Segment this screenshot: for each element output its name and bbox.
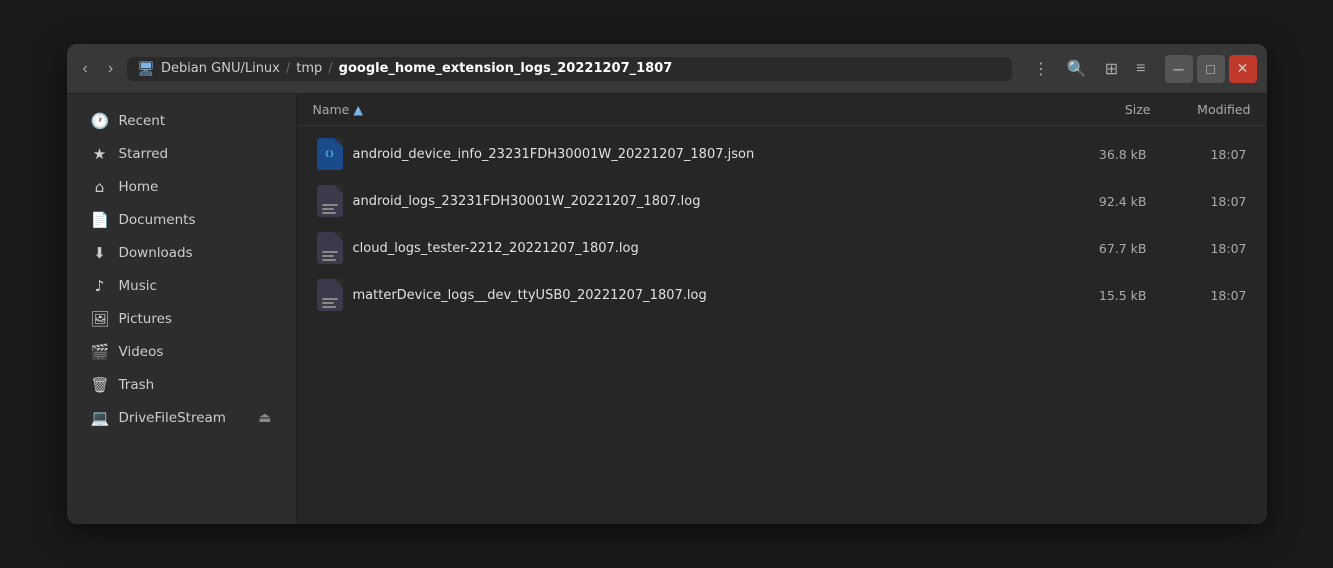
file-name: matterDevice_logs__dev_ttyUSB0_20221207_… — [353, 288, 707, 303]
breadcrumb: 🖥 Debian GNU/Linux / tmp / google_home_e… — [127, 57, 1012, 81]
sidebar-label-recent: Recent — [119, 113, 272, 129]
menu-button[interactable]: ⋮ — [1026, 55, 1056, 83]
recent-icon: 🕐 — [91, 112, 109, 130]
sidebar-item-recent[interactable]: 🕐 Recent — [73, 105, 290, 137]
sidebar-label-trash: Trash — [119, 377, 272, 393]
column-size[interactable]: Size — [1051, 102, 1151, 117]
breadcrumb-tmp[interactable]: tmp — [296, 61, 322, 76]
file-modified: 18:07 — [1147, 241, 1247, 256]
titlebar-actions: ⋮ 🔍 ⊞ ≡ — [1026, 55, 1153, 83]
log-line-3 — [322, 212, 336, 214]
file-modified: 18:07 — [1147, 147, 1247, 162]
file-size: 92.4 kB — [1047, 194, 1147, 209]
sort-arrow-icon: ▲ — [353, 102, 363, 117]
breadcrumb-sep1: / — [286, 61, 290, 76]
log-line-3 — [322, 259, 336, 261]
log-line-2 — [322, 255, 335, 257]
close-button[interactable]: ✕ — [1229, 55, 1257, 83]
back-button[interactable]: ‹ — [77, 56, 94, 82]
file-name: cloud_logs_tester-2212_20221207_1807.log — [353, 241, 639, 256]
log-line-1 — [322, 204, 338, 206]
content-area: 🕐 Recent ★ Starred ⌂ Home 📄 Documents ⬇ … — [67, 94, 1267, 524]
log-line-2 — [322, 302, 335, 304]
file-name-cell: {} android_device_info_23231FDH30001W_20… — [317, 138, 1047, 170]
log-line-3 — [322, 306, 336, 308]
eject-icon[interactable]: ⏏ — [258, 410, 271, 426]
trash-icon: 🗑 — [91, 376, 109, 394]
sidebar-item-videos[interactable]: 🎬 Videos — [73, 336, 290, 368]
downloads-icon: ⬇ — [91, 244, 109, 262]
file-modified: 18:07 — [1147, 194, 1247, 209]
column-name-label: Name — [313, 102, 350, 117]
maximize-button[interactable]: □ — [1197, 55, 1225, 83]
log-file-icon — [317, 279, 343, 311]
table-row[interactable]: matterDevice_logs__dev_ttyUSB0_20221207_… — [301, 272, 1263, 318]
drive-icon: 💻 — [91, 409, 109, 427]
sidebar-item-pictures[interactable]: 🖼 Pictures — [73, 303, 290, 335]
file-size: 36.8 kB — [1047, 147, 1147, 162]
home-icon: ⌂ — [91, 178, 109, 196]
sidebar-label-videos: Videos — [119, 344, 272, 360]
view-grid-button[interactable]: ⊞ — [1098, 55, 1125, 83]
column-name[interactable]: Name ▲ — [313, 102, 1051, 117]
file-manager-window: ‹ › 🖥 Debian GNU/Linux / tmp / google_ho… — [67, 44, 1267, 524]
log-line-1 — [322, 298, 338, 300]
file-name: android_device_info_23231FDH30001W_20221… — [353, 147, 755, 162]
breadcrumb-os[interactable]: Debian GNU/Linux — [161, 61, 280, 76]
videos-icon: 🎬 — [91, 343, 109, 361]
documents-icon: 📄 — [91, 211, 109, 229]
log-line-1 — [322, 251, 338, 253]
log-lines — [322, 251, 338, 261]
sidebar-label-downloads: Downloads — [119, 245, 272, 261]
file-name-cell: android_logs_23231FDH30001W_20221207_180… — [317, 185, 1047, 217]
file-size: 15.5 kB — [1047, 288, 1147, 303]
sidebar-item-starred[interactable]: ★ Starred — [73, 138, 290, 170]
table-row[interactable]: cloud_logs_tester-2212_20221207_1807.log… — [301, 225, 1263, 271]
file-size: 67.7 kB — [1047, 241, 1147, 256]
window-controls: ─ □ ✕ — [1165, 55, 1257, 83]
json-file-icon: {} — [317, 138, 343, 170]
sidebar-item-drive[interactable]: 💻 DriveFileStream ⏏ — [73, 402, 290, 434]
sidebar-item-downloads[interactable]: ⬇ Downloads — [73, 237, 290, 269]
file-name-cell: matterDevice_logs__dev_ttyUSB0_20221207_… — [317, 279, 1047, 311]
breadcrumb-current: google_home_extension_logs_20221207_1807 — [339, 61, 673, 76]
log-lines — [322, 298, 338, 308]
sidebar-item-documents[interactable]: 📄 Documents — [73, 204, 290, 236]
column-modified[interactable]: Modified — [1151, 102, 1251, 117]
file-modified: 18:07 — [1147, 288, 1247, 303]
log-file-icon — [317, 185, 343, 217]
file-header: Name ▲ Size Modified — [297, 94, 1267, 126]
sidebar: 🕐 Recent ★ Starred ⌂ Home 📄 Documents ⬇ … — [67, 94, 297, 524]
file-list: {} android_device_info_23231FDH30001W_20… — [297, 126, 1267, 524]
view-list-button[interactable]: ≡ — [1129, 56, 1152, 82]
main-panel: Name ▲ Size Modified {} android_device_i… — [297, 94, 1267, 524]
log-line-2 — [322, 208, 335, 210]
file-name-cell: cloud_logs_tester-2212_20221207_1807.log — [317, 232, 1047, 264]
titlebar: ‹ › 🖥 Debian GNU/Linux / tmp / google_ho… — [67, 44, 1267, 94]
sidebar-item-music[interactable]: ♪ Music — [73, 270, 290, 302]
log-file-icon — [317, 232, 343, 264]
sidebar-label-documents: Documents — [119, 212, 272, 228]
sidebar-item-trash[interactable]: 🗑 Trash — [73, 369, 290, 401]
file-name: android_logs_23231FDH30001W_20221207_180… — [353, 194, 701, 209]
pictures-icon: 🖼 — [91, 310, 109, 328]
sidebar-label-music: Music — [119, 278, 272, 294]
table-row[interactable]: android_logs_23231FDH30001W_20221207_180… — [301, 178, 1263, 224]
minimize-button[interactable]: ─ — [1165, 55, 1193, 83]
breadcrumb-sep2: / — [328, 61, 332, 76]
sidebar-item-home[interactable]: ⌂ Home — [73, 171, 290, 203]
sidebar-label-starred: Starred — [119, 146, 272, 162]
starred-icon: ★ — [91, 145, 109, 163]
sidebar-label-home: Home — [119, 179, 272, 195]
sidebar-label-pictures: Pictures — [119, 311, 272, 327]
forward-button[interactable]: › — [102, 56, 119, 82]
search-button[interactable]: 🔍 — [1060, 55, 1094, 83]
music-icon: ♪ — [91, 277, 109, 295]
sidebar-label-drive: DriveFileStream — [119, 410, 249, 426]
os-icon: 🖥 — [137, 61, 155, 77]
log-lines — [322, 204, 338, 214]
table-row[interactable]: {} android_device_info_23231FDH30001W_20… — [301, 131, 1263, 177]
